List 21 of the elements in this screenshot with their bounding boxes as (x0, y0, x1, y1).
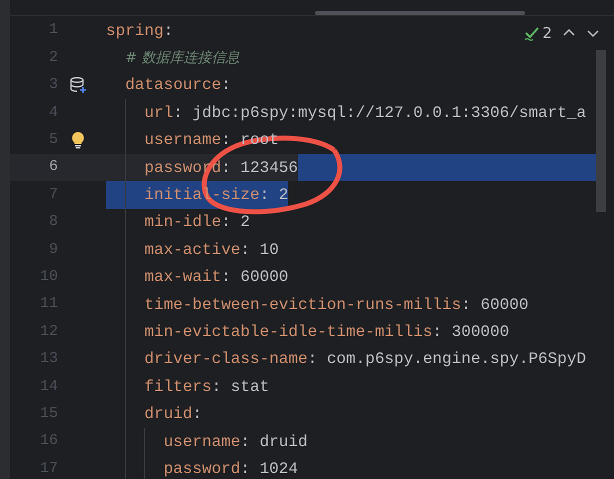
problem-count: 2 (542, 23, 552, 44)
vertical-scrollbar[interactable] (596, 50, 606, 212)
database-icon[interactable] (69, 76, 87, 94)
code-line: datasource: (125, 75, 231, 96)
code-line: druid: (144, 404, 202, 426)
code-line: min-idle: 2 (144, 212, 250, 234)
code-line: spring: (106, 20, 174, 42)
code-comment: # 数据库连接信息 (125, 48, 240, 68)
code-line: filters: stat (144, 376, 270, 398)
code-line: username: druid (164, 432, 308, 453)
code-line: min-evictable-idle-time-millis: 300000 (144, 322, 510, 343)
code-line: time-between-eviction-runs-millis: 60000 (144, 294, 528, 316)
code-line: driver-class-name: com.p6spy.engine.spy.P6SpyD (144, 349, 586, 370)
code-line: password: 1024 (164, 458, 298, 479)
check-icon[interactable] (524, 25, 540, 42)
lightbulb-icon[interactable] (70, 131, 86, 150)
horizontal-scrollbar[interactable] (315, 11, 525, 15)
code-line: max-wait: 60000 (144, 267, 288, 288)
code-line: max-active: 10 (144, 240, 279, 261)
code-line: url: jdbc:p6spy:mysql://127.0.0.1:3306/smart_a (144, 102, 586, 124)
line-number: 6 (48, 157, 58, 178)
